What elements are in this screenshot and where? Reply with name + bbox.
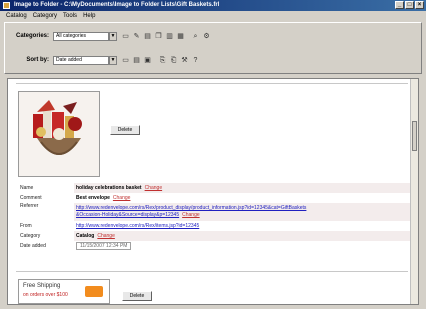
referrer-key: Referrer bbox=[20, 203, 39, 209]
change-link[interactable]: Change bbox=[113, 195, 131, 201]
new-category-icon[interactable]: ▭ bbox=[121, 32, 130, 41]
find-icon[interactable]: ⌕ bbox=[191, 32, 200, 41]
referrer-link-continued[interactable]: &Occasion-Holiday&Source=display&p=12345 bbox=[76, 212, 179, 218]
title-bar: Image to Folder - C:\MyDocuments\Image t… bbox=[0, 0, 426, 11]
import-icon[interactable]: ⎘ bbox=[158, 56, 167, 65]
vertical-scrollbar[interactable] bbox=[410, 79, 418, 304]
move-icon[interactable]: ▥ bbox=[165, 32, 174, 41]
chevron-down-icon[interactable]: ▼ bbox=[109, 55, 117, 65]
property-row: Name holiday celebrations basket Change bbox=[18, 183, 414, 193]
property-row: Date added 11/15/2007 12:34 PM bbox=[18, 241, 414, 251]
divider bbox=[16, 271, 408, 272]
paste-icon[interactable]: ▦ bbox=[176, 32, 185, 41]
comment-key: Comment bbox=[20, 195, 42, 201]
category-key: Category bbox=[20, 233, 41, 239]
referrer-link[interactable]: http://www.redenvelope.com/rs/Rex/produc… bbox=[76, 205, 306, 211]
export-icon[interactable]: ⎗ bbox=[169, 56, 178, 65]
menu-help[interactable]: Help bbox=[83, 11, 95, 21]
menu-tools[interactable]: Tools bbox=[63, 11, 77, 21]
open-icon[interactable]: ▤ bbox=[132, 56, 141, 65]
name-value: holiday celebrations basket bbox=[76, 185, 142, 191]
maximize-icon[interactable]: □ bbox=[405, 1, 414, 9]
property-row: From http://www.redenvelope.com/rs/Rex/i… bbox=[18, 221, 414, 231]
close-icon[interactable]: × bbox=[415, 1, 424, 9]
scrollbar-thumb[interactable] bbox=[412, 121, 417, 151]
window-controls: _ □ × bbox=[395, 1, 424, 9]
gift-basket-image bbox=[19, 92, 99, 176]
category-value: Catalog bbox=[76, 233, 95, 239]
copy-icon[interactable]: ❐ bbox=[154, 32, 163, 41]
image-text-line2: on orders over $100 bbox=[23, 292, 68, 298]
edit-icon[interactable]: ✎ bbox=[132, 32, 141, 41]
settings-icon[interactable]: ⚙ bbox=[202, 32, 211, 41]
from-link[interactable]: http://www.redenvelope.com/rs/Rex/items.… bbox=[76, 223, 199, 229]
categories-label: Categories: bbox=[15, 33, 49, 39]
from-key: From bbox=[20, 223, 32, 229]
toolbar: Categories: All categories ▼ ▭ ✎ ▤ ❐ ▥ ▦… bbox=[4, 22, 422, 74]
delete-button[interactable]: Delete bbox=[110, 125, 140, 135]
property-row: Referrer http://www.redenvelope.com/rs/R… bbox=[18, 203, 414, 221]
property-row: Category Catalog Change bbox=[18, 231, 414, 241]
name-key: Name bbox=[20, 185, 34, 191]
menu-catalog[interactable]: Catalog bbox=[6, 11, 27, 21]
item-list[interactable]: Delete Name holiday celebrations basket C… bbox=[7, 78, 419, 305]
item-thumbnail bbox=[18, 91, 100, 177]
sortby-select[interactable]: Date added bbox=[53, 55, 109, 65]
divider bbox=[16, 83, 408, 84]
date-value: 11/15/2007 12:34 PM bbox=[76, 242, 132, 250]
save-icon[interactable]: ▣ bbox=[143, 56, 152, 65]
new-icon[interactable]: ▭ bbox=[121, 56, 130, 65]
chevron-down-icon[interactable]: ▼ bbox=[109, 31, 117, 41]
sortby-label: Sort by: bbox=[26, 57, 49, 63]
categories-select[interactable]: All categories bbox=[53, 31, 109, 41]
minimize-icon[interactable]: _ bbox=[395, 1, 404, 9]
property-row: Comment Best envelope Change bbox=[18, 193, 414, 203]
change-link[interactable]: Change bbox=[182, 212, 200, 218]
folder-icon[interactable]: ▤ bbox=[143, 32, 152, 41]
window-title: Image to Folder - C:\MyDocuments\Image t… bbox=[14, 2, 220, 8]
date-key: Date added bbox=[20, 243, 46, 249]
categories-row: Categories: All categories ▼ ▭ ✎ ▤ ❐ ▥ ▦… bbox=[5, 29, 213, 43]
change-link[interactable]: Change bbox=[145, 185, 163, 191]
tools-icon[interactable]: ⚒ bbox=[180, 56, 189, 65]
app-icon bbox=[3, 2, 10, 9]
change-link[interactable]: Change bbox=[97, 233, 115, 239]
help-icon[interactable]: ? bbox=[191, 56, 200, 65]
truck-icon bbox=[85, 286, 103, 297]
item-thumbnail: Free Shipping on orders over $100 bbox=[18, 279, 110, 304]
comment-value: Best envelope bbox=[76, 195, 110, 201]
menu-bar: Catalog Category Tools Help bbox=[0, 11, 426, 21]
menu-category[interactable]: Category bbox=[33, 11, 57, 21]
item-properties: Name holiday celebrations basket Change C… bbox=[18, 183, 414, 251]
delete-button[interactable]: Delete bbox=[122, 291, 152, 301]
sortby-row: Sort by: Date added ▼ ▭ ▤ ▣ ⎘ ⎗ ⚒ ? bbox=[5, 53, 202, 67]
image-text-line1: Free Shipping bbox=[23, 283, 61, 289]
